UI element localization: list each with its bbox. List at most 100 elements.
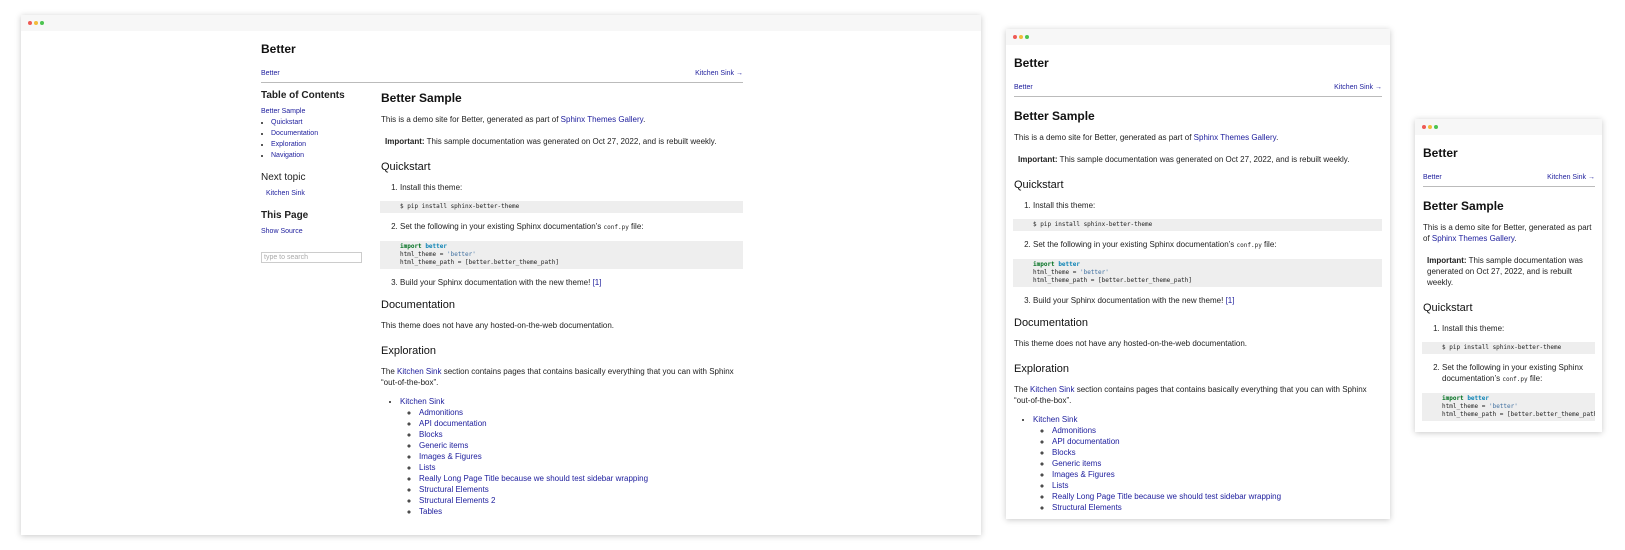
quickstart-heading: Quickstart [1014,179,1064,191]
toc-item: Documentation [271,128,371,139]
page-title: Better Sample [1014,109,1095,123]
important-admonition: Important: This sample documentation was… [385,137,717,146]
sublist-link[interactable]: Admonitions [1052,426,1096,435]
toc-item: Quickstart [271,117,371,128]
kitchen-sink-sublist: Admonitions API documentation Blocks Gen… [1033,425,1382,513]
quickstart-steps: Install this theme: $ pip install sphinx… [1422,323,1595,421]
list-item: Structural Elements [419,484,743,495]
page-content: Better Better Kitchen Sink → Better Samp… [1013,56,1382,513]
relnav-next-link[interactable]: Kitchen Sink → [695,68,743,79]
main-body: Better Sample This is a demo site for Be… [380,91,743,517]
close-dot-icon[interactable] [1013,35,1017,39]
list-item: Kitchen Sink Admonitions API documentati… [1033,414,1382,513]
conf-code-block: import better html_theme = 'better' html… [380,241,743,269]
this-page-heading: This Page [261,210,309,221]
relnav-home-link[interactable]: Better [1014,82,1033,93]
exploration-list: Kitchen Sink Admonitions API documentati… [381,396,743,517]
sublist-link[interactable]: Generic items [1052,459,1101,468]
footnote-ref[interactable]: [1] [593,278,602,287]
sphinx-gallery-link[interactable]: Sphinx Themes Gallery [1194,133,1276,142]
maximize-dot-icon[interactable] [40,21,44,25]
toc-link-navigation[interactable]: Navigation [271,152,304,159]
step-2: Set the following in your existing Sphin… [1422,362,1595,421]
toc-link-quickstart[interactable]: Quickstart [271,119,303,126]
minimize-dot-icon[interactable] [34,21,38,25]
relnav-home-link[interactable]: Better [261,68,280,79]
list-item: Lists [1052,480,1382,491]
documentation-text: This theme does not have any hosted-on-t… [1014,339,1248,348]
browser-window-tablet: Better Better Kitchen Sink → Better Samp… [1006,29,1390,519]
minimize-dot-icon[interactable] [1019,35,1023,39]
list-item: API documentation [419,418,743,429]
sublist-link[interactable]: Lists [1052,481,1068,490]
page-title: Better Sample [1423,199,1504,213]
relnav-next-link[interactable]: Kitchen Sink → [1547,172,1595,183]
install-command-block: $ pip install sphinx-better-theme [380,201,743,213]
sublist-link[interactable]: Really Long Page Title because we should… [419,474,648,483]
sublist-link[interactable]: Structural Elements 2 [419,496,495,505]
toc-link-documentation[interactable]: Documentation [271,130,318,137]
sphinx-gallery-link[interactable]: Sphinx Themes Gallery [561,115,643,124]
sublist-link[interactable]: Generic items [419,441,468,450]
step-3: Build your Sphinx documentation with the… [400,277,743,288]
list-item: Tables [419,506,743,517]
kitchen-sink-inline-link[interactable]: Kitchen Sink [1030,385,1074,394]
sphinx-gallery-link[interactable]: Sphinx Themes Gallery [1432,234,1514,243]
relnav: Better Kitchen Sink → [261,68,743,83]
close-dot-icon[interactable] [28,21,32,25]
page-content: Better Better Kitchen Sink → Table of Co… [261,42,743,516]
toc-top-link[interactable]: Better Sample [261,108,305,115]
relnav-home-link[interactable]: Better [1423,172,1442,183]
exploration-text: The Kitchen Sink section contains pages … [381,367,734,387]
footnote-ref[interactable]: [1] [1226,296,1235,305]
maximize-dot-icon[interactable] [1025,35,1029,39]
intro-paragraph: This is a demo site for Better, generate… [381,115,646,124]
sublist-link[interactable]: API documentation [1052,437,1120,446]
toc-title: Table of Contents [261,90,345,101]
toc-link-exploration[interactable]: Exploration [271,141,306,148]
exploration-heading: Exploration [1014,363,1070,375]
sublist-link[interactable]: Blocks [1052,448,1076,457]
list-item: Lists [419,462,743,473]
close-dot-icon[interactable] [1422,125,1426,129]
sublist-link[interactable]: Images & Figures [1052,470,1115,479]
sublist-link[interactable]: Tables [419,507,442,516]
show-source-link[interactable]: Show Source [261,228,303,235]
exploration-list: Kitchen Sink Admonitions API documentati… [1014,414,1382,513]
quickstart-steps: Install this theme: $ pip install sphinx… [1013,200,1382,306]
list-item: Structural Elements [1052,502,1382,513]
kitchen-sink-sublist: Admonitions API documentation Blocks Gen… [400,407,743,517]
sublist-link[interactable]: Lists [419,463,435,472]
next-topic-heading: Next topic [261,172,306,183]
exploration-text: The Kitchen Sink section contains pages … [1014,385,1367,405]
kitchen-sink-link[interactable]: Kitchen Sink [400,397,444,406]
sublist-link[interactable]: Structural Elements [419,485,489,494]
relnav: Better Kitchen Sink → [1423,172,1595,187]
quickstart-heading: Quickstart [1423,302,1473,314]
quickstart-steps: Install this theme: $ pip install sphinx… [380,182,743,288]
maximize-dot-icon[interactable] [1434,125,1438,129]
install-command-block: $ pip install sphinx-better-theme [1422,342,1595,354]
relnav-next-link[interactable]: Kitchen Sink → [1334,82,1382,93]
list-item: API documentation [1052,436,1382,447]
intro-paragraph: This is a demo site for Better, generate… [1014,133,1279,142]
sublist-link[interactable]: Blocks [419,430,443,439]
next-topic-link[interactable]: Kitchen Sink [266,190,305,197]
sublist-link[interactable]: Really Long Page Title because we should… [1052,492,1281,501]
toc-item: Exploration [271,139,371,150]
kitchen-sink-inline-link[interactable]: Kitchen Sink [397,367,441,376]
intro-paragraph: This is a demo site for Better, generate… [1423,223,1592,243]
page-title: Better Sample [381,91,462,105]
documentation-text: This theme does not have any hosted-on-t… [381,321,615,330]
minimize-dot-icon[interactable] [1428,125,1432,129]
list-item: Images & Figures [419,451,743,462]
sublist-link[interactable]: API documentation [419,419,487,428]
install-command-block: $ pip install sphinx-better-theme [1013,219,1382,231]
kitchen-sink-link[interactable]: Kitchen Sink [1033,415,1077,424]
sublist-link[interactable]: Images & Figures [419,452,482,461]
search-input[interactable]: type to search [261,252,362,263]
sublist-link[interactable]: Admonitions [419,408,463,417]
sublist-link[interactable]: Structural Elements [1052,503,1122,512]
browser-window-mobile: Better Better Kitchen Sink → Better Samp… [1415,119,1602,432]
step-3: Build your Sphinx documentation with the… [1033,295,1382,306]
